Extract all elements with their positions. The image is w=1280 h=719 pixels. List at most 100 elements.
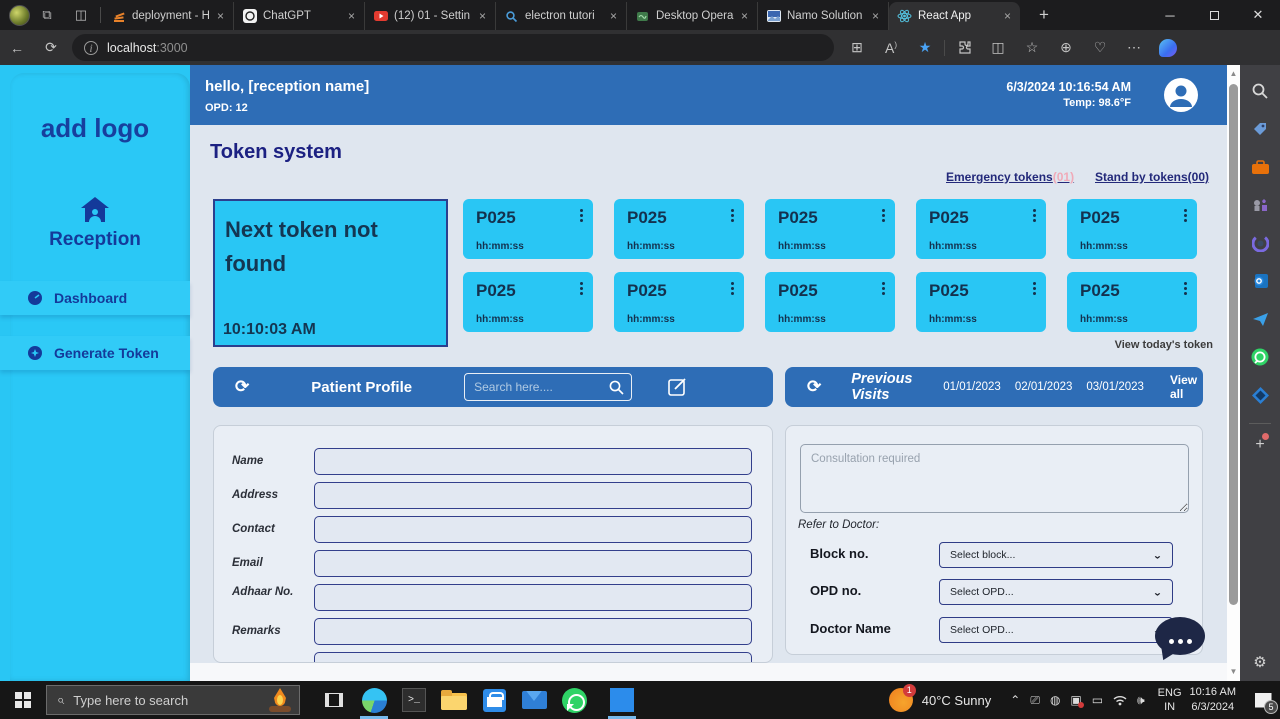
taskbar-edge-button[interactable]: [354, 681, 394, 719]
more-menu-icon[interactable]: ⋯: [1117, 39, 1151, 56]
consultation-textarea[interactable]: [800, 444, 1189, 513]
address-bar[interactable]: i localhost:3000: [72, 34, 834, 61]
kebab-menu-icon[interactable]: [731, 282, 735, 297]
microsoft365-icon[interactable]: [1248, 231, 1272, 255]
kebab-menu-icon[interactable]: [580, 282, 584, 297]
kebab-menu-icon[interactable]: [731, 209, 735, 224]
scrollbar-thumb[interactable]: [1229, 84, 1238, 605]
close-icon[interactable]: ×: [214, 9, 227, 23]
sidebar-item-generate-token[interactable]: Generate Token: [0, 336, 190, 370]
add-logo-placeholder[interactable]: add logo: [0, 113, 190, 144]
search-icon[interactable]: [609, 380, 711, 395]
weather-text[interactable]: 40°C Sunny: [922, 693, 992, 708]
taskbar-store-button[interactable]: [474, 681, 514, 719]
edit-icon[interactable]: [668, 377, 688, 397]
taskbar-explorer-button[interactable]: [434, 681, 474, 719]
scroll-up-icon[interactable]: ▲: [1227, 67, 1240, 81]
add-icon[interactable]: +: [1255, 436, 1264, 454]
wifi-icon[interactable]: [1113, 695, 1127, 706]
next-token-card[interactable]: Next token not found 10:10:03 AM: [213, 199, 448, 347]
cast-icon[interactable]: ⎚: [1030, 693, 1040, 708]
shopping-tag-icon[interactable]: [1248, 117, 1272, 141]
scroll-down-icon[interactable]: ▼: [1227, 665, 1240, 679]
token-card[interactable]: P025hh:mm:ss: [463, 199, 593, 259]
tab-desktop-opera[interactable]: Desktop Opera ×: [627, 2, 758, 30]
split-screen-icon[interactable]: ◫: [981, 39, 1015, 56]
close-icon[interactable]: ×: [1001, 9, 1014, 23]
sidebar-item-dashboard[interactable]: Dashboard: [0, 281, 190, 315]
taskbar-whatsapp-button[interactable]: [554, 681, 594, 719]
workspaces-icon[interactable]: ⧉: [30, 7, 64, 23]
settings-gear-icon[interactable]: ⚙: [1240, 653, 1280, 671]
close-icon[interactable]: ×: [869, 9, 882, 23]
close-icon[interactable]: ×: [345, 9, 358, 23]
minimize-button[interactable]: ─: [1148, 0, 1192, 30]
refresh-icon[interactable]: ⟳: [34, 39, 68, 56]
kebab-menu-icon[interactable]: [882, 209, 886, 224]
search-icon[interactable]: [1248, 79, 1272, 103]
refresh-icon[interactable]: ⟳: [235, 377, 249, 397]
token-card[interactable]: P025hh:mm:ss: [765, 199, 895, 259]
outlook-icon[interactable]: [1248, 269, 1272, 293]
name-field[interactable]: [314, 448, 752, 475]
opd-no-select[interactable]: Select OPD...⌄: [939, 579, 1173, 605]
taskbar-mail-button[interactable]: [514, 681, 554, 719]
tab-react-app[interactable]: React App ×: [889, 2, 1020, 30]
token-card[interactable]: P025hh:mm:ss: [765, 272, 895, 332]
extra-field[interactable]: [314, 652, 752, 663]
drop-icon[interactable]: [1248, 307, 1272, 331]
volume-icon[interactable]: 🕪: [1137, 693, 1145, 708]
token-card[interactable]: P025hh:mm:ss: [614, 199, 744, 259]
tools-icon[interactable]: [1248, 155, 1272, 179]
doctor-name-select[interactable]: Select OPD...⌄: [939, 617, 1173, 643]
adhaar-field[interactable]: [314, 584, 752, 611]
whatsapp-icon[interactable]: [1248, 345, 1272, 369]
chat-widget-button[interactable]: [1155, 617, 1205, 661]
token-card[interactable]: P025hh:mm:ss: [916, 199, 1046, 259]
tab-youtube[interactable]: (12) 01 - Settin ×: [365, 2, 496, 30]
visit-date[interactable]: 03/01/2023: [1086, 381, 1144, 393]
grid-plus-icon[interactable]: ⊞: [840, 39, 874, 56]
notification-center-button[interactable]: 5: [1246, 681, 1280, 719]
security-icon[interactable]: ▣: [1070, 693, 1081, 707]
close-icon[interactable]: ×: [476, 9, 489, 23]
new-tab-button[interactable]: +: [1030, 5, 1058, 25]
email-field[interactable]: [314, 550, 752, 577]
block-no-select[interactable]: Select block...⌄: [939, 542, 1173, 568]
kebab-menu-icon[interactable]: [580, 209, 584, 224]
remarks-field[interactable]: [314, 618, 752, 645]
collections-icon[interactable]: ⊕: [1049, 39, 1083, 56]
tab-electron[interactable]: electron tutori ×: [496, 2, 627, 30]
tab-namo-solution[interactable]: Namo Solution ×: [758, 2, 889, 30]
tab-chatgpt[interactable]: ChatGPT ×: [234, 2, 365, 30]
close-window-button[interactable]: ✕: [1236, 0, 1280, 30]
token-card[interactable]: P025hh:mm:ss: [463, 272, 593, 332]
token-card[interactable]: P025hh:mm:ss: [1067, 199, 1197, 259]
patient-search-input[interactable]: [464, 373, 632, 401]
read-aloud-icon[interactable]: A): [874, 40, 908, 56]
copilot-icon[interactable]: [1159, 39, 1177, 57]
standby-tokens-link[interactable]: Stand by tokens(00): [1095, 170, 1209, 184]
extensions-icon[interactable]: [947, 40, 981, 55]
token-card[interactable]: P025hh:mm:ss: [916, 272, 1046, 332]
tab-deployment[interactable]: deployment - H ×: [103, 2, 234, 30]
hidden-icons-chevron[interactable]: ⌃: [1010, 693, 1020, 707]
address-field[interactable]: [314, 482, 752, 509]
user-avatar-icon[interactable]: [1163, 77, 1199, 113]
kebab-menu-icon[interactable]: [882, 282, 886, 297]
start-button[interactable]: [0, 681, 46, 719]
emergency-tokens-link[interactable]: Emergency tokens(01): [946, 170, 1074, 184]
audio-device-icon[interactable]: ◍: [1050, 693, 1060, 707]
refresh-icon[interactable]: ⟳: [807, 377, 821, 397]
tab-actions-icon[interactable]: ◫: [64, 7, 98, 23]
task-view-button[interactable]: [314, 681, 354, 719]
contact-field[interactable]: [314, 516, 752, 543]
taskbar-clock[interactable]: 10:16 AM 6/3/2024: [1190, 685, 1236, 715]
view-all-link[interactable]: View all: [1170, 373, 1203, 401]
back-icon[interactable]: ←: [0, 40, 34, 56]
page-scrollbar[interactable]: ▲ ▼: [1227, 65, 1240, 681]
weather-icon[interactable]: 1: [889, 688, 913, 712]
kebab-menu-icon[interactable]: [1184, 209, 1188, 224]
favorite-star-icon[interactable]: ★: [908, 39, 942, 56]
taskbar-vscode-button[interactable]: [602, 681, 642, 719]
